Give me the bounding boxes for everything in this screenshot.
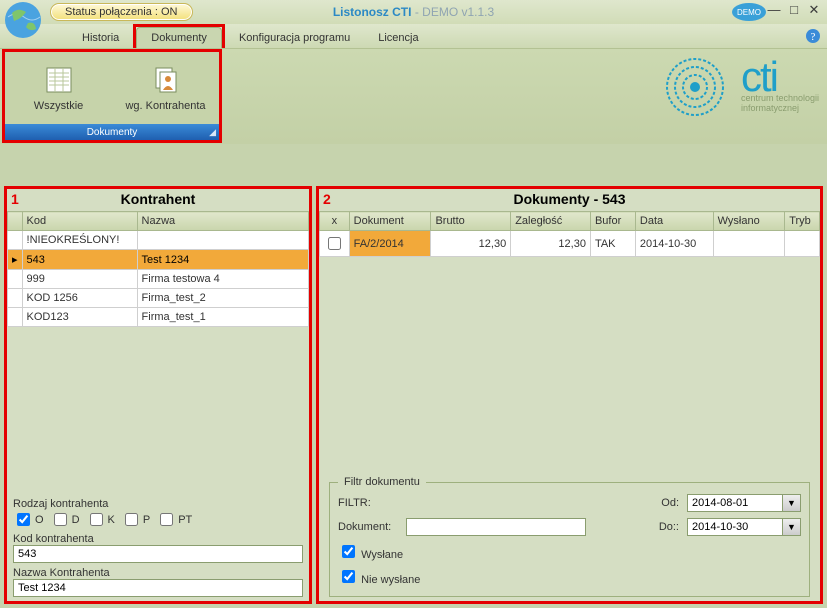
- panel-dokumenty: 2 Dokumenty - 543 x Dokument Brutto Zale…: [316, 186, 823, 604]
- type-o[interactable]: O: [13, 510, 44, 529]
- col-kod[interactable]: Kod: [22, 212, 137, 231]
- col-x[interactable]: x: [320, 212, 350, 231]
- menubar: Historia Dokumenty Konfiguracja programu…: [0, 24, 827, 48]
- brand-text: cti: [741, 60, 819, 94]
- demo-badge-icon: DEMO: [731, 2, 767, 22]
- panel-kontrahent-title: Kontrahent: [7, 189, 309, 211]
- tab-historia[interactable]: Historia: [68, 28, 133, 48]
- panel-number-1: 1: [11, 191, 19, 207]
- type-p[interactable]: P: [121, 510, 150, 529]
- col-bufor[interactable]: Bufor: [590, 212, 635, 231]
- ribbon: Wszystkie wg. Kontrahenta Dokumenty ◢: [0, 48, 827, 144]
- dokumenty-table[interactable]: x Dokument Brutto Zaległość Bufor Data W…: [319, 211, 820, 257]
- ribbon-btn-wg-kontrahenta[interactable]: wg. Kontrahenta: [112, 52, 219, 124]
- filtr-legend: Filtr dokumentu: [338, 476, 426, 488]
- kontrahent-filters: Rodzaj kontrahenta O D K P PT Kod kontra…: [7, 492, 309, 601]
- type-pt[interactable]: PT: [156, 510, 192, 529]
- panel-dokumenty-title: Dokumenty - 543: [319, 189, 820, 211]
- panel-kontrahent: 1 Kontrahent Kod Nazwa !NIEOKREŚLONY! ▸5…: [4, 186, 312, 604]
- kontrahent-table[interactable]: Kod Nazwa !NIEOKREŚLONY! ▸543Test 1234 9…: [7, 211, 309, 327]
- niewyslane-checkbox[interactable]: Nie wysłane: [338, 567, 420, 586]
- do-date-input[interactable]: [687, 518, 783, 536]
- panel-number-2: 2: [323, 191, 331, 207]
- col-dokument[interactable]: Dokument: [349, 212, 431, 231]
- ribbon-group-dokumenty: Wszystkie wg. Kontrahenta Dokumenty ◢: [2, 49, 222, 143]
- ribbon-btn-wg-kontrahenta-label: wg. Kontrahenta: [125, 100, 205, 112]
- od-label: Od:: [661, 497, 679, 509]
- table-row[interactable]: KOD 1256Firma_test_2: [8, 289, 309, 308]
- ribbon-expand-icon[interactable]: ◢: [209, 127, 216, 138]
- table-row[interactable]: !NIEOKREŚLONY!: [8, 231, 309, 250]
- app-title: Listonosz CTI - DEMO v1.1.3: [0, 5, 827, 19]
- table-row[interactable]: ▸543Test 1234: [8, 250, 309, 270]
- col-nazwa[interactable]: Nazwa: [137, 212, 308, 231]
- kod-input[interactable]: [13, 545, 303, 563]
- table-row[interactable]: 999Firma testowa 4: [8, 270, 309, 289]
- table-row[interactable]: KOD123Firma_test_1: [8, 308, 309, 327]
- col-tryb[interactable]: Tryb: [785, 212, 820, 231]
- wyslane-checkbox[interactable]: Wysłane: [338, 542, 403, 561]
- type-d[interactable]: D: [50, 510, 80, 529]
- do-label: Do::: [659, 521, 679, 533]
- row-checkbox[interactable]: [328, 237, 341, 250]
- dokument-label: Dokument:: [338, 521, 398, 533]
- tab-konfiguracja[interactable]: Konfiguracja programu: [225, 28, 364, 48]
- close-button[interactable]: ✕: [807, 2, 821, 18]
- type-k[interactable]: K: [86, 510, 115, 529]
- brand-logo: cti centrum technologii informatycznej: [663, 55, 819, 119]
- filtr-label: FILTR:: [338, 497, 398, 509]
- minimize-button[interactable]: —: [767, 2, 781, 18]
- ribbon-group-caption: Dokumenty ◢: [5, 124, 219, 140]
- od-date-input[interactable]: [687, 494, 783, 512]
- ribbon-btn-wszystkie[interactable]: Wszystkie: [5, 52, 112, 124]
- documents-by-contractor-icon: [150, 64, 182, 96]
- od-date-dropdown[interactable]: ▼: [783, 494, 801, 512]
- rodzaj-label: Rodzaj kontrahenta: [13, 498, 303, 510]
- brand-tagline2: informatycznej: [741, 104, 819, 114]
- col-wyslano[interactable]: Wysłano: [713, 212, 785, 231]
- dokument-input[interactable]: [406, 518, 586, 536]
- brand-spiral-icon: [663, 55, 727, 119]
- col-brutto[interactable]: Brutto: [431, 212, 511, 231]
- nazwa-label: Nazwa Kontrahenta: [13, 567, 303, 579]
- tab-dokumenty[interactable]: Dokumenty: [136, 27, 222, 48]
- help-icon[interactable]: ?: [805, 28, 821, 44]
- kod-label: Kod kontrahenta: [13, 533, 303, 545]
- titlebar: Status połączenia : ON Listonosz CTI - D…: [0, 0, 827, 24]
- documents-all-icon: [43, 64, 75, 96]
- col-zaleglosc[interactable]: Zaległość: [511, 212, 591, 231]
- col-data[interactable]: Data: [635, 212, 713, 231]
- table-row[interactable]: FA/2/2014 12,30 12,30 TAK 2014-10-30: [320, 231, 820, 257]
- do-date-dropdown[interactable]: ▼: [783, 518, 801, 536]
- globe-icon: [2, 0, 44, 41]
- maximize-button[interactable]: □: [787, 2, 801, 18]
- svg-text:DEMO: DEMO: [737, 8, 761, 17]
- nazwa-input[interactable]: [13, 579, 303, 597]
- dokument-filters: Filtr dokumentu FILTR: Od: ▼ Dokument: D…: [319, 470, 820, 601]
- svg-text:?: ?: [811, 31, 816, 43]
- tab-licencja[interactable]: Licencja: [364, 28, 432, 48]
- ribbon-btn-wszystkie-label: Wszystkie: [34, 100, 84, 112]
